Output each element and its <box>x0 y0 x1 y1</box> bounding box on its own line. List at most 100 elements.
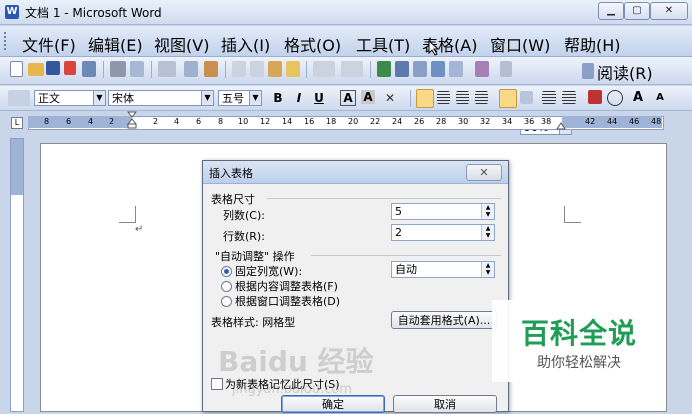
read-mode-button[interactable]: 阅读(R) <box>597 60 653 84</box>
bold-button[interactable]: B <box>270 89 286 107</box>
menu-view[interactable]: 视图(V) <box>154 32 209 56</box>
autofit-window-radio[interactable] <box>221 296 232 307</box>
pinyin-icon[interactable] <box>588 90 602 104</box>
italic-button[interactable]: I <box>291 89 307 107</box>
print-preview-icon[interactable] <box>130 61 144 77</box>
shrink-font-button[interactable]: A <box>652 89 668 107</box>
close-window-button[interactable]: ✕ <box>650 2 688 20</box>
title-bar: W 文档 1 - Microsoft Word ▁ ▢ ✕ <box>0 0 692 25</box>
justify-icon[interactable] <box>475 91 488 104</box>
ruler-number: 42 <box>585 117 596 126</box>
spinner-arrows-icon[interactable]: ▲ ▼ <box>481 225 494 240</box>
font-size-combo[interactable]: 五号 ▼ <box>218 90 262 106</box>
cancel-button[interactable]: 取消 <box>393 395 497 413</box>
indent-marker-icon[interactable] <box>126 111 138 129</box>
hyperlink-icon[interactable] <box>377 61 391 77</box>
grow-font-button[interactable]: A <box>630 89 646 107</box>
rows-spinner[interactable]: 2 ▲ ▼ <box>391 224 495 241</box>
permission-icon[interactable] <box>64 61 76 75</box>
numbering-icon[interactable] <box>542 91 556 104</box>
columns-icon[interactable] <box>449 61 463 77</box>
bullets-icon[interactable] <box>562 91 576 104</box>
show-hide-icon[interactable] <box>500 61 512 77</box>
fixed-width-label: 固定列宽(W): <box>235 265 303 278</box>
menu-tools[interactable]: 工具(T) <box>356 32 410 56</box>
format-painter-icon[interactable] <box>286 61 300 77</box>
spinner-arrows-icon[interactable]: ▲ ▼ <box>481 204 494 219</box>
align-center-icon[interactable] <box>437 91 450 104</box>
tab-selector-icon[interactable]: L <box>11 117 23 129</box>
research-icon[interactable] <box>184 61 198 77</box>
autofit-content-radio[interactable] <box>221 281 232 292</box>
margin-mark-top-right <box>564 206 581 223</box>
enclose-char-icon[interactable] <box>607 90 623 106</box>
insert-table-icon[interactable] <box>413 61 427 77</box>
menu-file[interactable]: 文件(F) <box>22 32 76 56</box>
window-title: 文档 1 - Microsoft Word <box>25 6 162 20</box>
menu-insert[interactable]: 插入(I) <box>221 32 270 56</box>
ruler-number: 4 <box>174 117 180 126</box>
toolbar-separator <box>410 90 411 107</box>
autofit-group-label: "自动调整" 操作 <box>215 250 295 263</box>
paragraph-mark: ↵ <box>135 224 144 235</box>
email-icon[interactable] <box>82 61 96 77</box>
menu-grip-handle[interactable] <box>4 32 9 50</box>
margin-mark-top-left <box>119 206 136 223</box>
align-right-icon[interactable] <box>456 91 469 104</box>
dialog-title-bar[interactable]: 插入表格 ✕ <box>203 161 508 184</box>
menu-format[interactable]: 格式(O) <box>284 32 341 56</box>
chevron-down-icon[interactable]: ▼ <box>93 91 105 105</box>
chevron-down-icon[interactable]: ▼ <box>249 91 261 105</box>
spelling-icon[interactable] <box>158 61 176 77</box>
menu-help[interactable]: 帮助(H) <box>564 32 621 56</box>
underline-button[interactable]: U <box>311 89 327 107</box>
formatting-toolbar: 正文 ▼ 宋体 ▼ 五号 ▼ B I U A A ✕ A A <box>0 86 692 111</box>
menu-window[interactable]: 窗口(W) <box>490 32 550 56</box>
mouse-cursor-icon <box>428 40 440 56</box>
align-left-icon[interactable] <box>416 89 434 108</box>
ruler-number: 4 <box>88 117 94 126</box>
rtl-icon[interactable] <box>520 91 533 104</box>
ruler-number: 26 <box>414 117 425 126</box>
menu-edit[interactable]: 编辑(E) <box>88 32 143 56</box>
font-combo[interactable]: 宋体 ▼ <box>108 90 214 106</box>
char-shading-button[interactable]: A <box>361 90 375 104</box>
minimize-button[interactable]: ▁ <box>598 2 624 20</box>
char-border-button[interactable]: A <box>340 90 356 106</box>
autofit-content-label: 根据内容调整表格(F) <box>235 280 338 293</box>
ruler-number: 20 <box>348 117 359 126</box>
text-direction-icon[interactable] <box>499 89 517 108</box>
phonetic-guide-icon[interactable]: ✕ <box>382 89 398 107</box>
chevron-down-icon[interactable]: ▼ <box>201 91 213 105</box>
fixed-width-radio[interactable] <box>221 266 232 277</box>
maximize-button[interactable]: ▢ <box>624 2 650 20</box>
ok-button[interactable]: 确定 <box>281 395 385 413</box>
new-document-icon[interactable] <box>10 61 23 77</box>
style-combo[interactable]: 正文 ▼ <box>34 90 106 106</box>
ruler-number: 2 <box>153 117 159 126</box>
ruler-number: 28 <box>436 117 447 126</box>
autoformat-button[interactable]: 自动套用格式(A)... <box>391 311 497 329</box>
right-indent-marker-icon[interactable] <box>556 119 566 133</box>
paste-icon[interactable] <box>268 61 282 77</box>
cut-icon[interactable] <box>204 61 218 77</box>
ruler-number: 8 <box>218 117 224 126</box>
drawing-icon[interactable] <box>475 61 489 77</box>
fixed-width-spinner[interactable]: 自动 ▲ ▼ <box>391 261 495 278</box>
copy-icon[interactable] <box>250 61 264 77</box>
spinner-arrows-icon[interactable]: ▲ ▼ <box>481 262 494 277</box>
undo-icon[interactable] <box>313 61 335 77</box>
insert-excel-icon[interactable] <box>431 61 445 77</box>
ruler-number: 48 <box>651 117 662 126</box>
tables-borders-icon[interactable] <box>395 61 409 77</box>
styles-pane-icon[interactable] <box>8 90 30 106</box>
dialog-close-button[interactable]: ✕ <box>466 164 502 181</box>
redo-icon[interactable] <box>341 61 363 77</box>
columns-spinner[interactable]: 5 ▲ ▼ <box>391 203 495 220</box>
vertical-ruler[interactable] <box>10 138 24 412</box>
print-icon[interactable] <box>110 61 126 77</box>
cut-disabled-icon[interactable] <box>232 61 246 77</box>
save-icon[interactable] <box>46 61 60 75</box>
open-folder-icon[interactable] <box>28 63 44 76</box>
read-mode-icon <box>582 63 594 79</box>
